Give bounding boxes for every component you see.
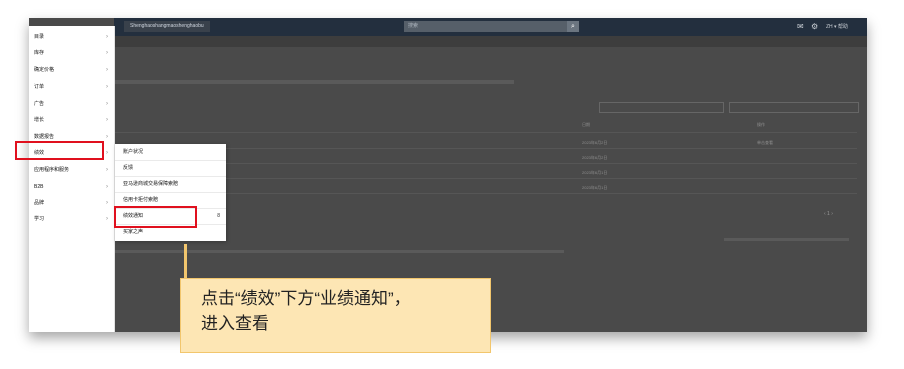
sidebar-item-advertising[interactable]: 广告 ›: [29, 97, 114, 111]
submenu-item-a-to-z-claims[interactable]: 亚马逊商城交易保障索赔: [115, 176, 226, 192]
store-selector[interactable]: Shenghaoshangmaoshenghaobu: [124, 21, 210, 32]
callout-pointer: [184, 244, 187, 279]
sidebar-item-growth[interactable]: 增长 ›: [29, 113, 114, 127]
sort-select[interactable]: [729, 102, 859, 113]
notification-count-badge: 8: [217, 213, 220, 219]
sidebar-menu: 目录 › 库存 › 确定价格 › 订单 › 广告 › 增长 › 数据报告 › 绩效 › 应用程序…: [29, 26, 115, 332]
pagination[interactable]: ‹ 1 ›: [824, 211, 833, 217]
chevron-right-icon: ›: [106, 167, 108, 173]
notice-bar: [114, 36, 867, 47]
filter-select[interactable]: [599, 102, 724, 113]
chevron-right-icon: ›: [106, 34, 108, 40]
table-cell-date: 2023年6月1日: [582, 185, 608, 190]
callout-line-2: 进入查看: [201, 314, 269, 333]
chevron-right-icon: ›: [106, 117, 108, 123]
language-help[interactable]: ZH ▾ 帮助: [826, 23, 848, 30]
sidebar-item-apps-services[interactable]: 应用程序和服务 ›: [29, 163, 114, 177]
submenu-item-account-health[interactable]: 账户状况: [115, 144, 226, 160]
chevron-right-icon: ›: [106, 150, 108, 156]
chevron-right-icon: ›: [106, 67, 108, 73]
submenu-item-feedback[interactable]: 反馈: [115, 160, 226, 176]
instruction-callout: 点击“绩效”下方“业绩通知”， 进入查看: [180, 278, 491, 353]
table-header-action: 操作: [757, 122, 765, 127]
sidebar-item-b2b[interactable]: B2B ›: [29, 180, 114, 194]
search-icon[interactable]: ⌕: [567, 21, 579, 32]
sidebar-item-orders[interactable]: 订单 ›: [29, 80, 114, 94]
copyright-text: [724, 238, 849, 241]
table-divider: [114, 132, 857, 133]
chevron-right-icon: ›: [106, 216, 108, 222]
table-cell-date: 2023年6月1日: [582, 170, 608, 175]
chevron-right-icon: ›: [106, 101, 108, 107]
table-cell-action[interactable]: 单击查看: [757, 140, 773, 146]
table-header-date: 日期: [582, 122, 590, 127]
chevron-right-icon: ›: [106, 184, 108, 190]
top-navigation-bar: Shenghaoshangmaoshenghaobu 搜索 ⌕ ✉ ⚙ ZH ▾…: [114, 18, 867, 36]
callout-line-1: 点击“绩效”下方“业绩通知”，: [201, 289, 411, 308]
sidebar-item-inventory[interactable]: 库存 ›: [29, 46, 114, 60]
sidebar-item-pricing[interactable]: 确定价格 ›: [29, 63, 114, 77]
sidebar-item-learn[interactable]: 学习 ›: [29, 212, 114, 226]
footer-text: [114, 250, 564, 253]
chevron-right-icon: ›: [106, 84, 108, 90]
description-text: [114, 80, 514, 84]
sidebar-item-catalog[interactable]: 目录 ›: [29, 30, 114, 44]
chevron-right-icon: ›: [106, 200, 108, 206]
chevron-right-icon: ›: [106, 50, 108, 56]
table-cell-date: 2023年6月2日: [582, 140, 608, 145]
search-input[interactable]: 搜索: [404, 21, 578, 32]
sidebar-item-brands[interactable]: 品牌 ›: [29, 196, 114, 210]
notifications-highlight-box: [114, 206, 197, 228]
gear-icon[interactable]: ⚙: [811, 22, 818, 32]
mail-icon[interactable]: ✉: [797, 22, 804, 32]
table-cell-date: 2023年6月2日: [582, 155, 608, 160]
performance-highlight-box: [15, 141, 104, 160]
chevron-right-icon: ›: [106, 134, 108, 140]
